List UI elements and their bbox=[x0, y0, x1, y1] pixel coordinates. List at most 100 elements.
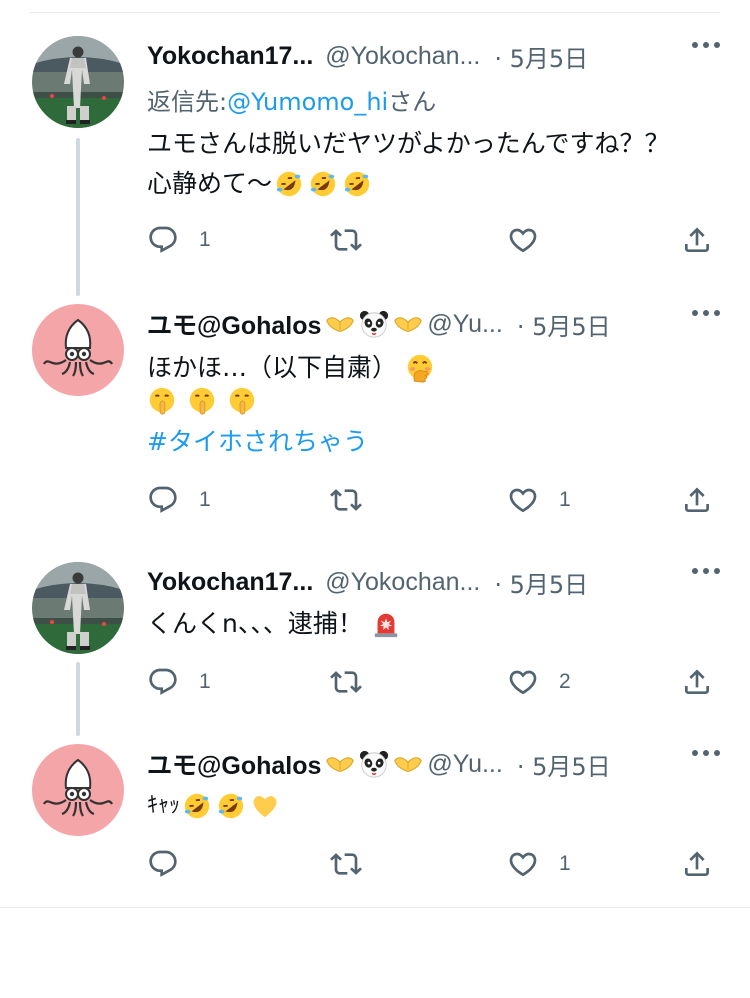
hand-over-mouth-emoji bbox=[405, 353, 435, 383]
yellow-heart-emoji bbox=[250, 791, 280, 821]
hands-emoji bbox=[325, 749, 355, 779]
retweet-icon bbox=[330, 224, 362, 256]
display-name[interactable]: ユモ@Gohalos bbox=[147, 746, 321, 782]
more-options-icon[interactable] bbox=[692, 42, 720, 48]
share-icon bbox=[681, 224, 713, 256]
more-options-icon[interactable] bbox=[692, 750, 720, 756]
tweet-date[interactable]: · 5月5日 bbox=[517, 747, 611, 782]
panda-emoji bbox=[359, 749, 389, 779]
shushing-emoji bbox=[147, 386, 177, 416]
retweet-icon bbox=[330, 484, 362, 516]
tweet-text-line: ｷｬｯ bbox=[147, 786, 710, 826]
share-icon bbox=[681, 484, 713, 516]
action-bar: 1 2 bbox=[147, 666, 720, 706]
reply-to-handle-link[interactable]: @Yumomo_hi bbox=[227, 82, 388, 122]
display-name[interactable]: Yokochan17... bbox=[147, 42, 313, 71]
tweet-date[interactable]: · 5月5日 bbox=[517, 307, 611, 342]
heart-icon bbox=[507, 224, 539, 256]
hands-emoji bbox=[393, 749, 423, 779]
reply-icon bbox=[147, 484, 179, 516]
shushing-emoji bbox=[227, 386, 257, 416]
retweet-button[interactable] bbox=[330, 848, 382, 880]
reply-count: 1 bbox=[199, 670, 211, 693]
share-icon bbox=[681, 848, 713, 880]
tweet-header: Yokochan17... @Yokochan... · 5月5日 bbox=[147, 36, 720, 76]
heart-icon bbox=[507, 848, 539, 880]
retweet-icon bbox=[330, 848, 362, 880]
avatar[interactable] bbox=[32, 562, 124, 654]
display-name[interactable]: Yokochan17... bbox=[147, 568, 313, 597]
bottom-divider bbox=[0, 907, 750, 908]
reply-to-suffix: さん bbox=[388, 88, 437, 116]
more-options-icon[interactable] bbox=[692, 568, 720, 574]
like-count: 2 bbox=[559, 670, 571, 693]
avatar[interactable] bbox=[32, 36, 124, 128]
retweet-button[interactable] bbox=[330, 484, 382, 516]
tweet-text-line: ほかほ…（以下自粛） bbox=[147, 348, 710, 388]
retweet-button[interactable] bbox=[330, 666, 382, 698]
share-button[interactable] bbox=[681, 224, 713, 256]
thread-connector bbox=[76, 662, 80, 736]
hands-emoji bbox=[325, 309, 355, 339]
reply-to-label: 返信先: bbox=[147, 88, 228, 116]
user-handle[interactable]: @Yokochan... bbox=[325, 568, 480, 597]
reply-button[interactable]: 1 bbox=[147, 484, 211, 516]
avatar[interactable] bbox=[32, 304, 124, 396]
name-emoji-badges bbox=[323, 749, 425, 779]
reply-button[interactable]: 1 bbox=[147, 224, 211, 256]
shushing-emoji bbox=[187, 386, 217, 416]
reply-count: 1 bbox=[199, 228, 211, 251]
like-button[interactable] bbox=[507, 224, 559, 256]
reply-icon bbox=[147, 224, 179, 256]
rofl-emoji bbox=[342, 169, 372, 199]
tweet-text: ほかほ…（以下自粛） bbox=[147, 353, 398, 382]
avatar[interactable] bbox=[32, 744, 124, 836]
top-divider bbox=[30, 12, 720, 13]
reply-to-line: 返信先: @Yumomo_hi さん bbox=[147, 82, 710, 122]
tweet-text: くんくn、、、逮捕！ bbox=[147, 609, 363, 638]
like-button[interactable]: 1 bbox=[507, 484, 571, 516]
like-button[interactable]: 2 bbox=[507, 666, 571, 698]
panda-emoji bbox=[359, 309, 389, 339]
retweet-icon bbox=[330, 666, 362, 698]
tweet-date[interactable]: · 5月5日 bbox=[494, 565, 588, 600]
tweet-header: ユモ@Gohalos @Yu... · 5月5日 bbox=[147, 304, 720, 344]
rofl-emoji bbox=[308, 169, 338, 199]
heart-icon bbox=[507, 666, 539, 698]
user-handle[interactable]: @Yu... bbox=[427, 310, 502, 339]
like-button[interactable]: 1 bbox=[507, 848, 571, 880]
share-button[interactable] bbox=[681, 666, 713, 698]
retweet-button[interactable] bbox=[330, 224, 382, 256]
tweet-text-line: くんくn、、、逮捕！ bbox=[147, 604, 710, 644]
tweet-text-line: 心静めて〜 bbox=[147, 164, 710, 204]
tweet-text-line bbox=[147, 386, 710, 416]
tweet-header: ユモ@Gohalos @Yu... · 5月5日 bbox=[147, 744, 720, 784]
action-bar: 1 bbox=[147, 848, 720, 888]
more-options-icon[interactable] bbox=[692, 310, 720, 316]
reply-icon bbox=[147, 666, 179, 698]
thread-connector bbox=[76, 138, 80, 296]
user-handle[interactable]: @Yu... bbox=[427, 750, 502, 779]
share-button[interactable] bbox=[681, 848, 713, 880]
tweet-text: 心静めて〜 bbox=[147, 169, 273, 198]
rofl-emoji bbox=[216, 791, 246, 821]
tweet-text: ｷｬｯ bbox=[147, 793, 181, 818]
heart-icon bbox=[507, 484, 539, 516]
reply-button[interactable]: 1 bbox=[147, 666, 211, 698]
user-handle[interactable]: @Yokochan... bbox=[325, 42, 480, 71]
tweet-header: Yokochan17... @Yokochan... · 5月5日 bbox=[147, 562, 720, 602]
action-bar: 1 1 bbox=[147, 484, 720, 524]
tweet-date[interactable]: · 5月5日 bbox=[494, 39, 588, 74]
display-name[interactable]: ユモ@Gohalos bbox=[147, 306, 321, 342]
like-count: 1 bbox=[559, 488, 571, 511]
share-button[interactable] bbox=[681, 484, 713, 516]
reply-button[interactable] bbox=[147, 848, 199, 880]
hashtag-link[interactable]: #タイホされちゃう bbox=[147, 422, 368, 462]
rofl-emoji bbox=[274, 169, 304, 199]
action-bar: 1 bbox=[147, 224, 720, 264]
reply-count: 1 bbox=[199, 488, 211, 511]
hands-emoji bbox=[393, 309, 423, 339]
share-icon bbox=[681, 666, 713, 698]
tweet-text: ユモさんは脱いだヤツがよかったんですね？？ bbox=[147, 129, 670, 158]
like-count: 1 bbox=[559, 852, 571, 875]
